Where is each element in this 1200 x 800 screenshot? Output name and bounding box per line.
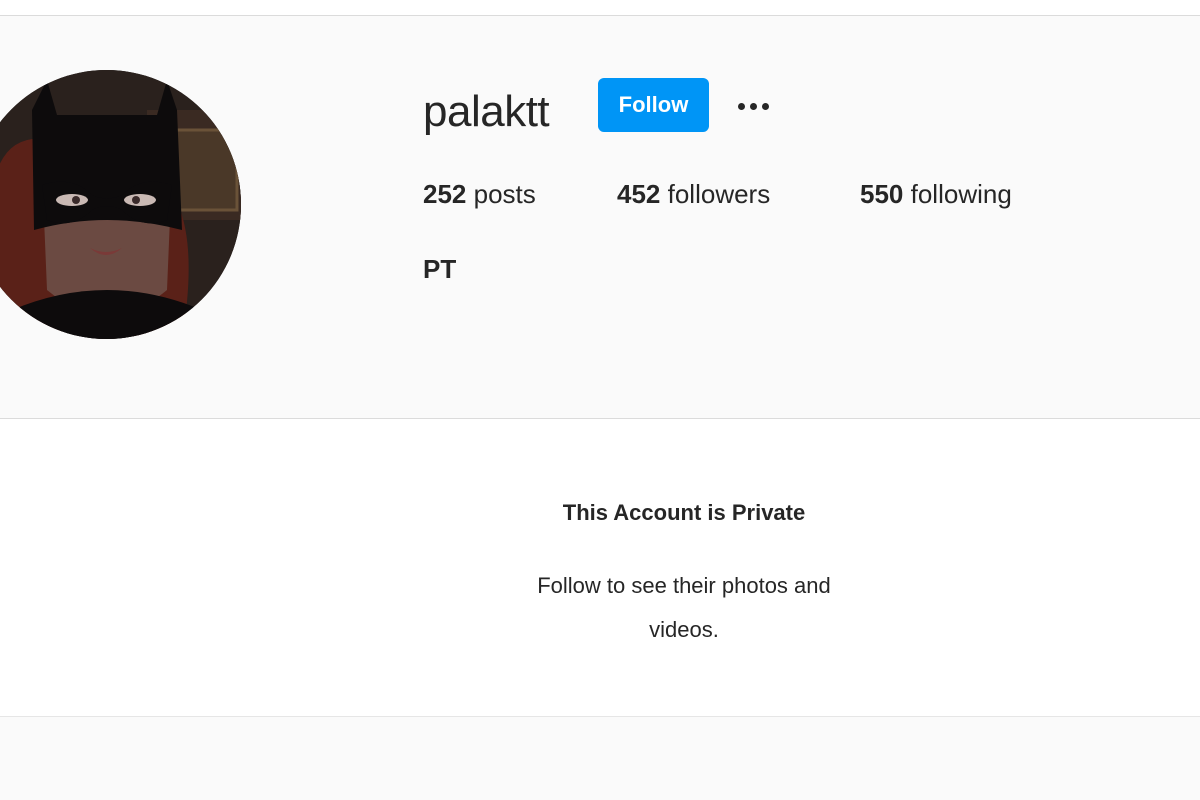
private-account-notice: This Account is Private Follow to see th… <box>0 419 1200 717</box>
posts-stat: 252 posts <box>423 178 536 210</box>
followers-stat[interactable]: 452 followers <box>617 178 770 210</box>
following-label: following <box>910 179 1012 209</box>
avatar-image <box>0 70 241 339</box>
dot <box>761 102 769 110</box>
dot <box>737 102 745 110</box>
profile-header: palaktt Follow 252 posts 452 followers 5… <box>0 16 1200 419</box>
private-subtitle: Follow to see their photos and videos. <box>513 564 855 652</box>
followers-count: 452 <box>617 179 661 209</box>
profile-page: palaktt Follow 252 posts 452 followers 5… <box>0 0 1200 800</box>
top-bar <box>0 0 1200 16</box>
private-subtitle-line: Follow to see their photos and <box>537 573 831 598</box>
dot <box>749 102 757 110</box>
posts-count: 252 <box>423 179 467 209</box>
private-title: This Account is Private <box>562 500 806 525</box>
posts-label: posts <box>473 179 536 209</box>
full-name: PT <box>423 254 457 284</box>
followers-label: followers <box>667 179 771 209</box>
username: palaktt <box>423 87 550 136</box>
follow-button[interactable]: Follow <box>598 78 709 132</box>
more-options-icon[interactable] <box>730 88 776 124</box>
following-count: 550 <box>860 179 904 209</box>
avatar[interactable] <box>0 70 241 339</box>
following-stat[interactable]: 550 following <box>860 178 1012 210</box>
footer-area <box>0 717 1200 800</box>
private-subtitle-line: videos. <box>649 617 719 642</box>
